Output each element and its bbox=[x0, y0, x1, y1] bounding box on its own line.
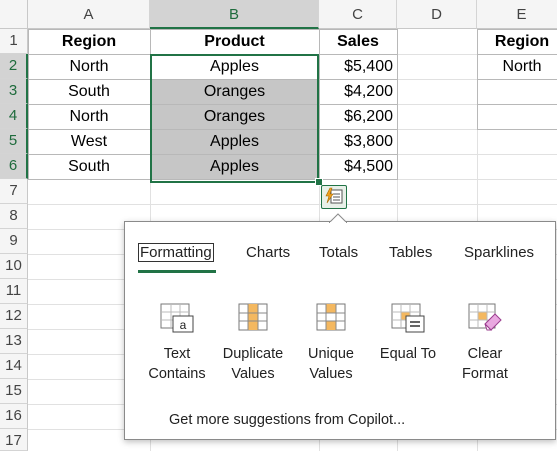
tab-tables[interactable]: Tables bbox=[389, 244, 432, 261]
panel-pointer bbox=[329, 213, 347, 223]
row-header-7[interactable]: 7 bbox=[0, 179, 28, 204]
quick-analysis-icon bbox=[322, 186, 346, 208]
tab-sparklines[interactable]: Sparklines bbox=[464, 244, 534, 261]
column-header-c[interactable]: C bbox=[319, 0, 397, 29]
option-label-line2: Values bbox=[292, 364, 370, 384]
cell-b1[interactable]: Product bbox=[150, 29, 319, 54]
cell-c3[interactable]: $4,200 bbox=[319, 79, 397, 104]
cell-a4[interactable]: North bbox=[28, 104, 150, 129]
svg-text:a: a bbox=[180, 318, 187, 332]
option-label-line2: Values bbox=[214, 364, 292, 384]
row-header-12[interactable]: 12 bbox=[0, 304, 28, 329]
row-header-6[interactable]: 6 bbox=[0, 154, 28, 179]
tab-formatting[interactable]: Formatting bbox=[138, 243, 214, 262]
cell-c6[interactable]: $4,500 bbox=[319, 154, 397, 179]
column-header-e[interactable]: E bbox=[477, 0, 557, 29]
cell-a2[interactable]: North bbox=[28, 54, 150, 79]
cell-e2[interactable]: North bbox=[477, 54, 557, 79]
cell-c2[interactable]: $5,400 bbox=[319, 54, 397, 79]
option-unique-values[interactable]: Unique Values bbox=[292, 302, 370, 384]
row-header-15[interactable]: 15 bbox=[0, 379, 28, 404]
option-duplicate-values[interactable]: Duplicate Values bbox=[214, 302, 292, 384]
row-header-5[interactable]: 5 bbox=[0, 129, 28, 154]
column-header-b[interactable]: B bbox=[150, 0, 319, 29]
row-header-3[interactable]: 3 bbox=[0, 79, 28, 104]
text-contains-icon: a bbox=[159, 302, 195, 334]
column-header-d[interactable]: D bbox=[397, 0, 477, 29]
row-header-11[interactable]: 11 bbox=[0, 279, 28, 304]
select-all-corner[interactable] bbox=[0, 0, 28, 29]
row-header-1[interactable]: 1 bbox=[0, 29, 28, 54]
option-label-line1: Text bbox=[138, 344, 216, 364]
clear-format-icon bbox=[467, 302, 503, 334]
row-header-4[interactable]: 4 bbox=[0, 104, 28, 129]
cell-a3[interactable]: South bbox=[28, 79, 150, 104]
tab-totals[interactable]: Totals bbox=[319, 244, 358, 261]
row-header-16[interactable]: 16 bbox=[0, 404, 28, 429]
option-label-line2: Format bbox=[446, 364, 524, 384]
cell-c1[interactable]: Sales bbox=[319, 29, 397, 54]
option-label-line1: Clear bbox=[446, 344, 524, 364]
row-header-10[interactable]: 10 bbox=[0, 254, 28, 279]
column-header-a[interactable]: A bbox=[28, 0, 150, 29]
row-header-9[interactable]: 9 bbox=[0, 229, 28, 254]
option-text-contains[interactable]: a Text Contains bbox=[138, 302, 216, 384]
option-label-line1: Unique bbox=[292, 344, 370, 364]
cell-a6[interactable]: South bbox=[28, 154, 150, 179]
option-equal-to[interactable]: Equal To bbox=[369, 302, 447, 364]
row-header-8[interactable]: 8 bbox=[0, 204, 28, 229]
cell-a1[interactable]: Region bbox=[28, 29, 150, 54]
tab-charts[interactable]: Charts bbox=[246, 244, 290, 261]
unique-values-icon bbox=[313, 302, 349, 334]
option-label-line1: Equal To bbox=[369, 344, 447, 364]
row-header-14[interactable]: 14 bbox=[0, 354, 28, 379]
quick-analysis-button[interactable] bbox=[321, 185, 347, 209]
duplicate-values-icon bbox=[235, 302, 271, 334]
row-header-13[interactable]: 13 bbox=[0, 329, 28, 354]
quick-analysis-panel: Formatting Charts Totals Tables Sparklin… bbox=[124, 221, 556, 440]
cell-c5[interactable]: $3,800 bbox=[319, 129, 397, 154]
option-label-line2: Contains bbox=[138, 364, 216, 384]
cell-c4[interactable]: $6,200 bbox=[319, 104, 397, 129]
copilot-suggestions-link[interactable]: Get more suggestions from Copilot... bbox=[169, 412, 405, 428]
row-header-17[interactable]: 17 bbox=[0, 429, 28, 451]
selection-range bbox=[150, 54, 319, 183]
option-label-line1: Duplicate bbox=[214, 344, 292, 364]
cell-a5[interactable]: West bbox=[28, 129, 150, 154]
cell-e1[interactable]: Region bbox=[477, 29, 557, 54]
row-header-2[interactable]: 2 bbox=[0, 54, 28, 79]
active-tab-indicator bbox=[138, 270, 216, 273]
option-clear-format[interactable]: Clear Format bbox=[446, 302, 524, 384]
equal-to-icon bbox=[390, 302, 426, 334]
